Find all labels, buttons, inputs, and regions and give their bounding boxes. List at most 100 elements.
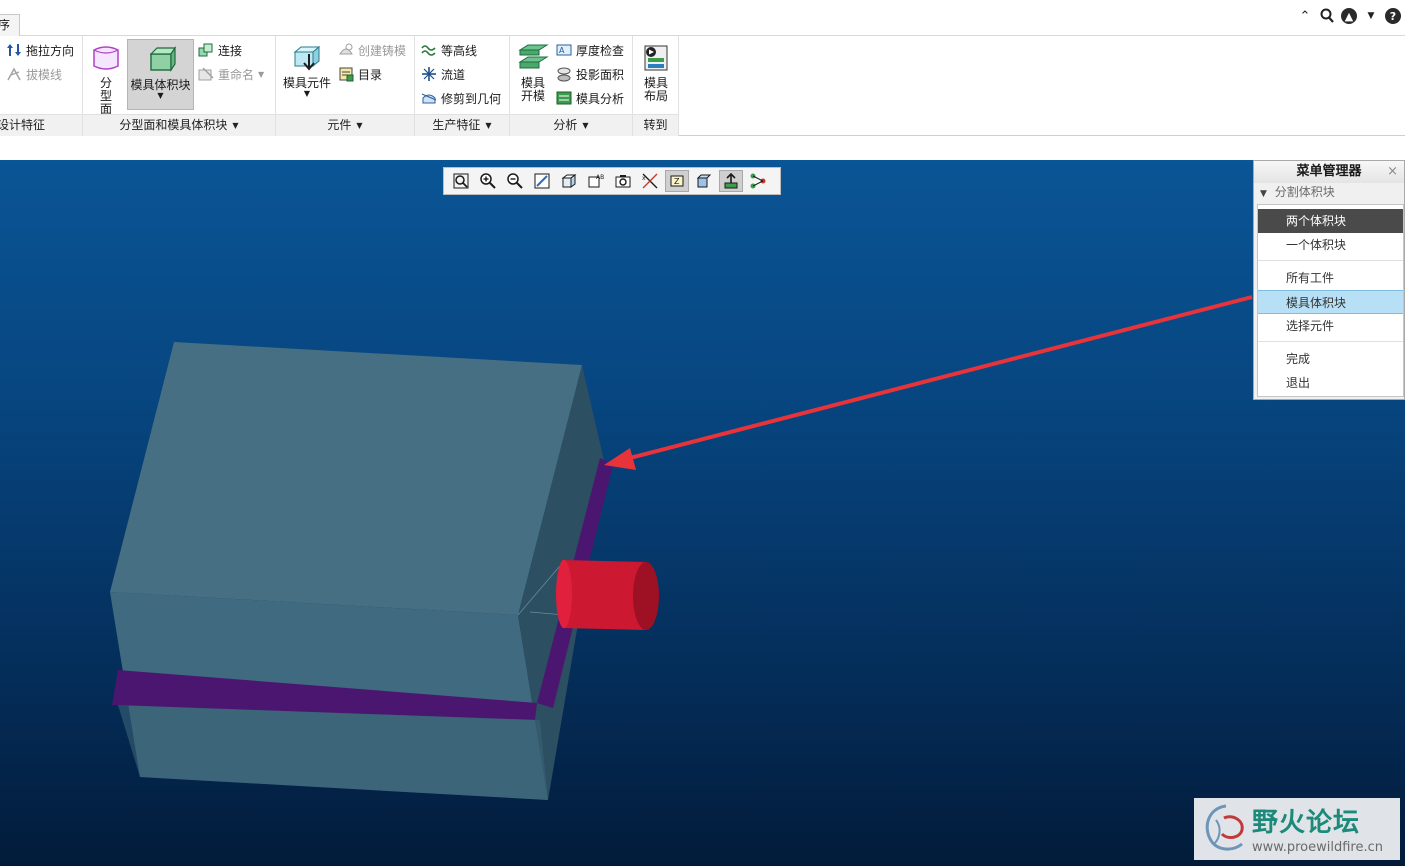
- camera-icon: [615, 175, 631, 188]
- projected-area-label: 投影面积: [576, 67, 625, 82]
- zoom-in-icon: [480, 173, 496, 189]
- plane-display-button[interactable]: Z: [665, 170, 689, 192]
- mold-volume-icon: [145, 44, 177, 76]
- menu-item-select-component[interactable]: 选择元件: [1258, 314, 1403, 338]
- create-casting-button[interactable]: 创建铸模: [338, 40, 406, 60]
- zoom-out-button[interactable]: [503, 170, 527, 192]
- connect-button[interactable]: 连接: [198, 40, 242, 60]
- zoom-in-button[interactable]: [476, 170, 500, 192]
- close-icon[interactable]: ×: [1387, 161, 1398, 183]
- contour-icon: [421, 42, 437, 58]
- menu-item-done[interactable]: 完成: [1258, 347, 1403, 371]
- group-label-goto: 转到: [633, 114, 678, 136]
- repaint-icon: [534, 173, 550, 189]
- menu-item-mold-volume[interactable]: 模具体积块: [1258, 290, 1403, 314]
- watermark-url: www.proewildfire.cn: [1252, 840, 1383, 855]
- caret-icon: ▼: [582, 121, 589, 130]
- tab-partial[interactable]: 序: [0, 14, 20, 36]
- group-production: 等高线 流道 修剪到几何 生产特征 ▼: [415, 36, 510, 136]
- menu-manager-title[interactable]: 菜单管理器 ×: [1254, 161, 1404, 183]
- repaint-button[interactable]: [530, 170, 554, 192]
- runner-button[interactable]: 流道: [421, 64, 465, 84]
- collapse-ribbon-icon[interactable]: ⌃: [1297, 8, 1313, 24]
- ribbon-bottom-strip: [0, 136, 1405, 160]
- parting-surface-label: 分型面: [99, 76, 112, 116]
- view-manager-button[interactable]: [611, 170, 635, 192]
- caret-icon: ▼: [356, 121, 363, 130]
- group-label-analysis[interactable]: 分析 ▼: [510, 114, 632, 136]
- pull-direction-label: 拖拉方向: [26, 43, 75, 58]
- mold-analysis-icon: [556, 90, 572, 106]
- mold-volume-button[interactable]: 模具体积块 ▼: [127, 39, 194, 110]
- group-label-design-text: 设计特征: [0, 118, 46, 132]
- search-icon[interactable]: [1319, 8, 1335, 24]
- menu-item-two-volumes[interactable]: 两个体积块: [1258, 209, 1403, 233]
- mold-component-button[interactable]: 模具元件 ▼: [280, 42, 334, 110]
- point-display-icon: [724, 172, 738, 189]
- connect-label: 连接: [218, 43, 243, 58]
- group-goto: 模具布局 转到: [633, 36, 679, 136]
- display-style-button[interactable]: [557, 170, 581, 192]
- group-analysis: 模具开模 A 厚度检查 投影面积 模具分析 分析 ▼: [510, 36, 633, 136]
- group-component: 模具元件 ▼ 创建铸模 目录 元件 ▼: [276, 36, 415, 136]
- draft-line-button[interactable]: 拔模线: [6, 64, 62, 84]
- menu-section-label: 分割体积块: [1274, 185, 1335, 199]
- projected-area-button[interactable]: 投影面积: [556, 64, 624, 84]
- parting-surface-icon: [90, 42, 122, 74]
- mold-layout-button[interactable]: 模具布局: [637, 42, 675, 110]
- group-label-component[interactable]: 元件 ▼: [276, 114, 414, 136]
- catalog-button[interactable]: 目录: [338, 64, 382, 84]
- group-label-design: 设计特征: [0, 114, 82, 136]
- group-label-component-text: 元件: [327, 118, 352, 132]
- menu-item-all-workpieces[interactable]: 所有工件: [1258, 266, 1403, 290]
- refit-button[interactable]: [449, 170, 473, 192]
- wildfire-logo-icon: [1205, 804, 1244, 851]
- plane-display-icon: Z: [670, 175, 684, 187]
- annotation-arrow-line: [621, 295, 1253, 462]
- chevron-down-icon[interactable]: ▼: [1363, 8, 1379, 24]
- parting-surface-button[interactable]: 分型面: [87, 42, 125, 116]
- tab-strip: 序 ⌃ ▲ ▼ ?: [0, 0, 1405, 36]
- csys-display-icon: [750, 173, 766, 189]
- watermark-title: 野火论坛: [1252, 808, 1361, 838]
- trim-to-geometry-button[interactable]: 修剪到几何: [421, 88, 501, 108]
- contour-button[interactable]: 等高线: [421, 40, 477, 60]
- point-display-button[interactable]: [719, 170, 743, 192]
- group-label-goto-text: 转到: [643, 118, 668, 132]
- mold-open-button[interactable]: 模具开模: [514, 42, 552, 110]
- pull-direction-button[interactable]: 拖拉方向: [6, 40, 74, 60]
- menu-item-one-volume[interactable]: 一个体积块: [1258, 233, 1403, 257]
- thickness-check-button[interactable]: A 厚度检查: [556, 40, 624, 60]
- runner-icon: [421, 66, 437, 82]
- csys-display-button[interactable]: [746, 170, 770, 192]
- menu-section-header[interactable]: ▼ 分割体积块: [1254, 183, 1404, 201]
- datum-display-icon: x: [642, 173, 658, 189]
- help-icon[interactable]: ?: [1385, 8, 1401, 24]
- rename-icon: [198, 66, 214, 82]
- top-right-controls: ⌃ ▲ ▼ ?: [1297, 8, 1401, 24]
- group-label-production[interactable]: 生产特征 ▼: [415, 114, 509, 136]
- axis-display-button[interactable]: [692, 170, 716, 192]
- mold-analysis-button[interactable]: 模具分析: [556, 88, 624, 108]
- group-label-parting-text: 分型面和模具体积块: [119, 118, 228, 132]
- graduation-cap-icon[interactable]: ▲: [1341, 8, 1357, 24]
- display-style-icon: [561, 174, 577, 188]
- saved-orientations-button[interactable]: AB: [584, 170, 608, 192]
- rename-dropdown-icon[interactable]: ▼: [258, 70, 264, 79]
- mold-volume-dropdown-icon[interactable]: ▼: [128, 92, 193, 100]
- menu-manager: 菜单管理器 × ▼ 分割体积块 两个体积块 一个体积块 所有工件 模具体积块 选…: [1253, 160, 1405, 400]
- rename-button[interactable]: 重命名 ▼: [198, 64, 264, 84]
- svg-text:A: A: [559, 46, 565, 55]
- catalog-label: 目录: [358, 67, 383, 82]
- create-casting-icon: [338, 42, 354, 58]
- menu-item-quit[interactable]: 退出: [1258, 371, 1403, 395]
- menu-list: 两个体积块 一个体积块 所有工件 模具体积块 选择元件 完成 退出: [1257, 204, 1404, 397]
- graphics-area[interactable]: AB x Z: [0, 160, 1405, 866]
- pull-direction-icon: [6, 42, 22, 58]
- rename-label: 重命名: [218, 67, 255, 82]
- trim-to-geometry-label: 修剪到几何: [441, 91, 502, 106]
- contour-label: 等高线: [441, 43, 478, 58]
- group-label-parting[interactable]: 分型面和模具体积块 ▼: [83, 114, 275, 136]
- datum-display-button[interactable]: x: [638, 170, 662, 192]
- mold-component-dropdown-icon[interactable]: ▼: [280, 90, 334, 98]
